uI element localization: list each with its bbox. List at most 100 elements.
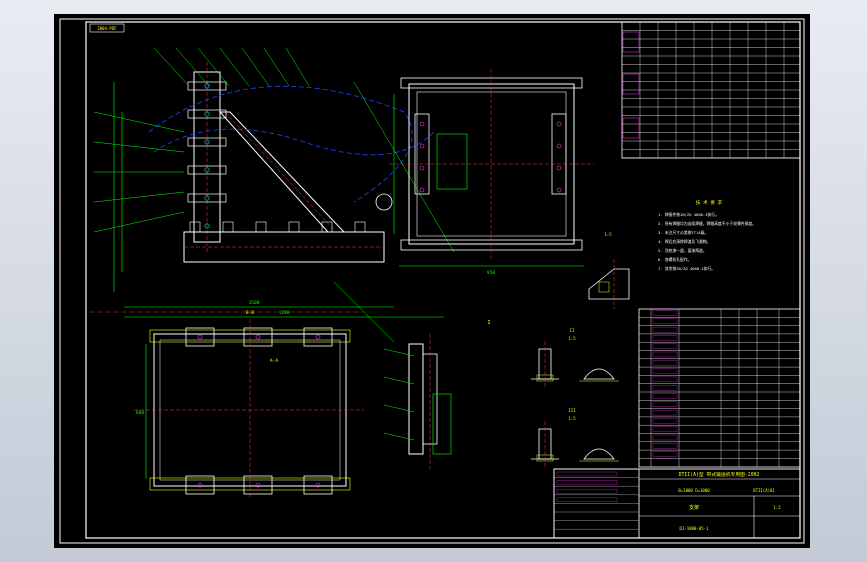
bracket-weld xyxy=(598,281,610,293)
leader-line-left xyxy=(93,141,185,153)
engineering-drawing: 2004-PDF15001200A-A950600B-BIII1:5III1:5… xyxy=(59,18,805,544)
revision-text xyxy=(556,497,618,502)
section-plate xyxy=(408,343,424,455)
view-b-label: B-B xyxy=(246,310,254,316)
note-line: 3. 未注尺寸公差按IT14级。 xyxy=(658,230,708,235)
revision-text xyxy=(556,489,618,494)
detail-3-scale: 1:5 xyxy=(568,416,576,421)
bom-part-code xyxy=(652,318,678,324)
bom-part-code xyxy=(652,343,678,349)
brace-centerline xyxy=(224,111,337,233)
cad-workspace: 2004-PDF 1500 1200 A-A 950 600 B-B I II 1:5 III 1:5… xyxy=(0,0,867,562)
detail-dome-2 xyxy=(583,448,615,460)
leader-line xyxy=(285,47,310,87)
plan-bolt xyxy=(197,334,203,340)
drawing-code-a: B=1000 D=1000 xyxy=(678,488,710,493)
bom-part-code xyxy=(652,351,678,358)
side-bottom-beam xyxy=(400,239,583,251)
revision-text xyxy=(556,471,618,477)
plan-dim-text: 600 xyxy=(136,410,144,416)
diagonal-brace xyxy=(218,111,346,233)
side-bolt xyxy=(419,143,425,149)
bom-part-code xyxy=(652,326,678,333)
drawing-name: 支架 xyxy=(689,504,699,511)
drawing-doc-no: DJ-1000-05-1 xyxy=(680,526,709,531)
plan-bolt xyxy=(255,334,261,340)
detail-3-label: III xyxy=(568,408,576,413)
detail-1-label: I xyxy=(487,320,490,326)
leader-line xyxy=(241,47,270,87)
detail-2-scale: 1:5 xyxy=(568,336,576,341)
base-foot xyxy=(288,221,300,233)
side-bolt xyxy=(556,165,562,171)
note-line: 7. 其余按JB/ZQ 4000.1执行。 xyxy=(658,266,715,271)
revision-text xyxy=(556,480,618,485)
bom-part-code xyxy=(652,451,678,457)
leader-line xyxy=(153,47,190,87)
param-group-label xyxy=(622,31,640,53)
bom-part-code xyxy=(652,426,678,432)
drawing-viewport[interactable]: 2004-PDF 1500 1200 A-A 950 600 B-B I II 1:5 III 1:5… xyxy=(54,14,810,548)
note-line: 2. 所有焊缝均为连续焊缝，焊缝高度不小于较薄件厚度。 xyxy=(658,221,756,226)
param-group-label xyxy=(622,117,640,139)
leader-line-left xyxy=(93,191,185,203)
note-line: 1. 焊接件按JB/ZQ 4000.3执行。 xyxy=(658,212,719,217)
side-bolt xyxy=(556,143,562,149)
hidden-belt-line xyxy=(153,128,435,156)
notes-title: 技 术 要 求 xyxy=(696,199,723,206)
bom-part-code xyxy=(652,443,678,449)
outer-frame xyxy=(59,18,805,544)
bom-part-code xyxy=(652,376,678,383)
side-bolt xyxy=(556,121,562,127)
bom-part-code xyxy=(652,409,678,416)
section-dim-box xyxy=(432,393,452,455)
inner-frame xyxy=(85,21,801,539)
main-column xyxy=(193,71,221,243)
leader-line xyxy=(263,47,290,87)
bom-part-code xyxy=(652,368,678,374)
bom-part-code xyxy=(652,401,678,407)
leader-line-right xyxy=(353,81,455,253)
dim-text-2: 1200 xyxy=(279,310,290,316)
leader-line-left xyxy=(93,111,185,133)
note-line: 4. 焊后应清除焊渣及飞溅物。 xyxy=(658,239,710,244)
brace-end-boss xyxy=(375,193,393,211)
side-bolt xyxy=(419,187,425,193)
drawing-tag-text: 2004-PDF xyxy=(97,26,117,31)
bom-part-code xyxy=(652,434,678,441)
plan-mount-block xyxy=(243,327,273,347)
bom-part-code xyxy=(652,418,678,424)
side-bolt xyxy=(419,121,425,127)
hidden-pulley-arc xyxy=(148,85,413,203)
view-a-label: A-A xyxy=(270,358,278,364)
dim-text-1: 1500 xyxy=(249,300,260,306)
leader-line xyxy=(175,47,210,87)
detail-1-scale: 1:5 xyxy=(604,232,612,237)
side-dim-box xyxy=(436,133,468,190)
bom-part-code xyxy=(652,335,678,341)
note-line: 6. 各螺栓孔配作。 xyxy=(658,257,691,262)
param-group-label xyxy=(622,73,640,95)
base-foot xyxy=(189,221,201,233)
plan-mount-block xyxy=(185,475,215,495)
side-dim-text: 950 xyxy=(487,270,495,276)
plan-mount-block xyxy=(185,327,215,347)
plan-mount-block xyxy=(243,475,273,495)
side-top-beam xyxy=(400,77,583,89)
bom-part-code xyxy=(652,310,678,316)
side-bolt xyxy=(556,187,562,193)
plan-mount-block xyxy=(303,475,333,495)
base-foot xyxy=(222,221,234,233)
plan-mount-block xyxy=(303,327,333,347)
base-foot xyxy=(354,221,366,233)
plan-bolt xyxy=(315,334,321,340)
drawing-scale: 1:2 xyxy=(773,505,781,510)
side-bolt xyxy=(419,165,425,171)
drawing-title: DTII(A)型 带式输送机专用图-2002 xyxy=(679,471,760,478)
detail-dome-1 xyxy=(583,368,615,380)
base-foot xyxy=(255,221,267,233)
bom-part-code xyxy=(652,385,678,391)
bom-part-code xyxy=(652,360,678,366)
detail-2-label: II xyxy=(570,328,575,333)
leader-line-left xyxy=(93,211,185,233)
